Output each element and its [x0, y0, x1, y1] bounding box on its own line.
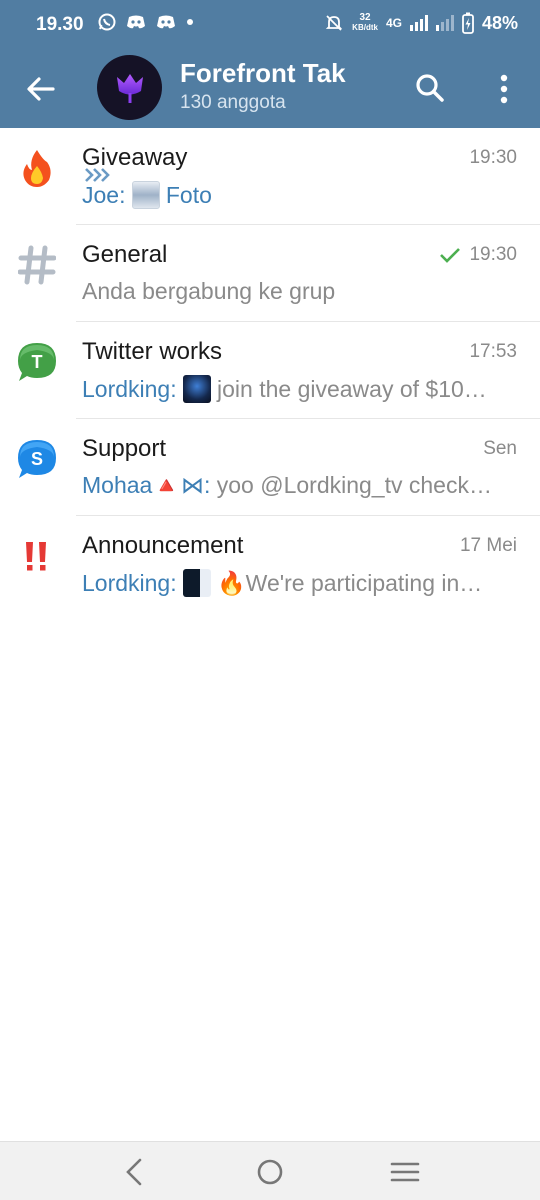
nav-recents-icon[interactable]	[388, 1155, 422, 1189]
tulip-logo-icon	[116, 73, 143, 103]
app-bar: Forefront Tak 130 anggota	[0, 50, 540, 128]
topic-name: Twitter works	[82, 338, 223, 365]
net-speed-unit: KB/dtk	[352, 23, 378, 32]
sender-name: Joe:	[82, 182, 126, 208]
message-text: 🔥We're participating in…	[217, 570, 483, 596]
s-bubble-icon: S	[14, 436, 60, 482]
discord-icon	[127, 15, 145, 29]
mute-bell-icon	[325, 15, 343, 31]
topic-time: 19:30	[469, 147, 517, 168]
topic-preview: Joe: Foto	[82, 181, 518, 209]
topic-name: General	[82, 241, 168, 268]
topic-preview: Lordking: 🔥We're participating in…	[82, 569, 518, 597]
more-vertical-icon[interactable]	[492, 72, 516, 106]
image-thumbnail	[183, 569, 212, 597]
member-count[interactable]: 130 anggota	[180, 92, 286, 114]
group-avatar[interactable]	[97, 55, 162, 120]
sender-name: Lordking:	[82, 376, 177, 402]
system-nav-bar	[0, 1141, 540, 1200]
sender-name: Lordking:	[82, 570, 177, 596]
message-text: yoo @Lordking_tv check…	[216, 472, 492, 498]
double-exclamation-icon	[14, 533, 60, 579]
message-text: join the giveaway of $10…	[217, 376, 487, 402]
image-thumbnail	[183, 375, 212, 403]
battery-level: 48%	[481, 12, 518, 33]
network-type: 4G	[385, 16, 402, 30]
topic-time: 17:53	[469, 341, 517, 362]
net-speed: 32 KB/dtk	[352, 13, 378, 33]
topic-preview: Mohaa🔺⋈: yoo @Lordking_tv check…	[82, 472, 518, 499]
topic-row-giveaway[interactable]: Giveaway 19:30 Joe: Foto	[0, 128, 540, 225]
svg-text:S: S	[31, 449, 43, 469]
topic-time-wrap: 19:30	[439, 244, 517, 266]
topic-time: Sen	[483, 438, 517, 459]
back-arrow-icon[interactable]	[24, 72, 58, 106]
topic-row-twitter-works[interactable]: T Twitter works 17:53 Lordking: join the…	[0, 322, 540, 419]
topic-row-general[interactable]: General 19:30 Anda bergabung ke grup	[0, 225, 540, 322]
net-speed-value: 32	[359, 12, 371, 23]
hashtag-icon	[14, 242, 60, 288]
search-icon[interactable]	[414, 72, 446, 104]
sender-name: Mohaa🔺⋈:	[82, 472, 211, 498]
photo-thumbnail	[131, 181, 160, 209]
read-check-icon	[440, 248, 461, 263]
signal-icon	[409, 15, 428, 31]
topic-time: 19:30	[469, 244, 517, 265]
header: 19.30 32 KB/dtk 4G 48% Forefront Tak 130…	[0, 0, 540, 128]
discord-icon	[157, 15, 175, 29]
whatsapp-icon	[98, 13, 116, 31]
battery-charging-icon	[462, 12, 474, 34]
status-time: 19.30	[36, 14, 84, 35]
message-text: Foto	[165, 182, 212, 208]
topic-row-announcement[interactable]: Announcement 17 Mei Lordking: 🔥We're par…	[0, 516, 540, 613]
t-bubble-icon: T	[14, 339, 60, 385]
topic-list: Giveaway 19:30 Joe: Foto General 19:30 A…	[0, 128, 540, 613]
dot-icon	[187, 19, 193, 25]
status-bar: 19.30 32 KB/dtk 4G 48%	[0, 0, 540, 50]
fire-icon	[14, 145, 60, 191]
system-icons: 32 KB/dtk 4G 48%	[324, 12, 518, 34]
svg-text:T: T	[32, 352, 43, 372]
topic-name: Support	[82, 435, 167, 462]
topic-time: 17 Mei	[459, 535, 517, 556]
nav-home-icon[interactable]	[253, 1155, 287, 1189]
topic-name: Announcement	[82, 532, 244, 559]
nav-back-icon[interactable]	[118, 1155, 152, 1189]
notification-icons	[98, 13, 194, 31]
signal-weak-icon	[435, 15, 454, 31]
topic-preview: Lordking: join the giveaway of $10…	[82, 375, 518, 403]
topic-row-support[interactable]: S Support Sen Mohaa🔺⋈: yoo @Lordking_tv …	[0, 419, 540, 516]
message-text: Anda bergabung ke grup	[82, 278, 336, 304]
group-title[interactable]: Forefront Tak	[180, 58, 346, 89]
